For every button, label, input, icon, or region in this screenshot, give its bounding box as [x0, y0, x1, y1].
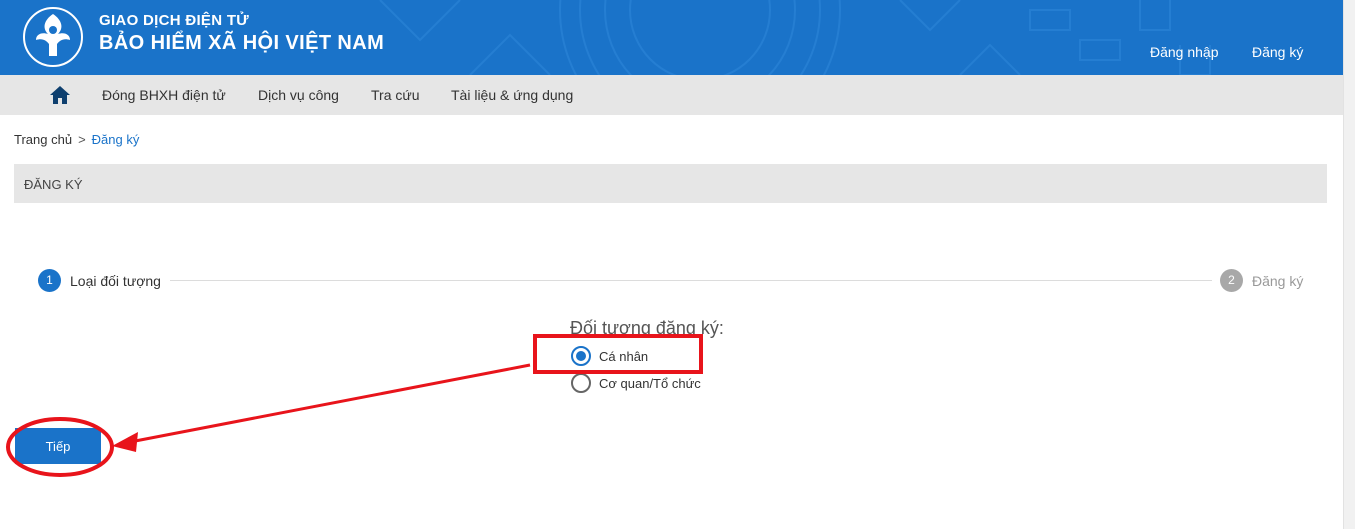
login-link[interactable]: Đăng nhập — [1150, 44, 1219, 60]
option-individual[interactable]: Cá nhân — [571, 346, 648, 366]
brand: GIAO DỊCH ĐIỆN TỬ BẢO HIỂM XÃ HỘI VIỆT N… — [99, 12, 384, 55]
main-nav: Đóng BHXH điện tử Dịch vụ công Tra cứu T… — [0, 75, 1343, 115]
stepper-line — [170, 280, 1212, 281]
nav-item-tra-cuu[interactable]: Tra cứu — [371, 87, 420, 103]
option-organization[interactable]: Cơ quan/Tổ chức — [571, 373, 701, 393]
nav-item-dich-vu-cong[interactable]: Dịch vụ công — [258, 87, 339, 103]
page-title: ĐĂNG KÝ — [24, 177, 83, 192]
page-title-bar: ĐĂNG KÝ — [14, 164, 1327, 203]
step-2-badge: 2 — [1220, 269, 1243, 292]
breadcrumb-home[interactable]: Trang chủ — [14, 132, 72, 147]
radio-organization[interactable] — [571, 373, 591, 393]
option-individual-label: Cá nhân — [599, 348, 649, 364]
page-root: GIAO DỊCH ĐIỆN TỬ BẢO HIỂM XÃ HỘI VIỆT N… — [0, 0, 1355, 529]
annotation-arrow-head — [112, 432, 138, 452]
nav-item-dong-bhxh[interactable]: Đóng BHXH điện tử — [102, 87, 226, 103]
breadcrumb-current[interactable]: Đăng ký — [92, 132, 140, 147]
nav-item-tai-lieu[interactable]: Tài liệu & ứng dụng — [451, 87, 573, 103]
brand-title: BẢO HIỂM XÃ HỘI VIỆT NAM — [99, 32, 385, 54]
bhxh-logo-icon — [23, 7, 83, 67]
breadcrumb: Trang chủ > Đăng ký — [14, 132, 139, 147]
site-header: GIAO DỊCH ĐIỆN TỬ BẢO HIỂM XÃ HỘI VIỆT N… — [0, 0, 1343, 75]
home-icon[interactable] — [49, 84, 71, 106]
annotation-arrow-line — [129, 363, 531, 444]
breadcrumb-separator: > — [78, 132, 86, 147]
radio-individual[interactable] — [571, 346, 591, 366]
option-organization-label: Cơ quan/Tổ chức — [599, 375, 701, 391]
register-link[interactable]: Đăng ký — [1252, 44, 1303, 60]
brand-subtitle: GIAO DỊCH ĐIỆN TỬ — [99, 12, 250, 29]
registrant-type-label: Đối tượng đăng ký: — [570, 318, 724, 338]
scrollbar[interactable] — [1343, 0, 1355, 529]
next-button[interactable]: Tiếp — [15, 428, 101, 464]
step-2-label: Đăng ký — [1252, 273, 1304, 289]
step-1-label: Loại đối tượng — [70, 273, 161, 289]
step-1-badge: 1 — [38, 269, 61, 292]
